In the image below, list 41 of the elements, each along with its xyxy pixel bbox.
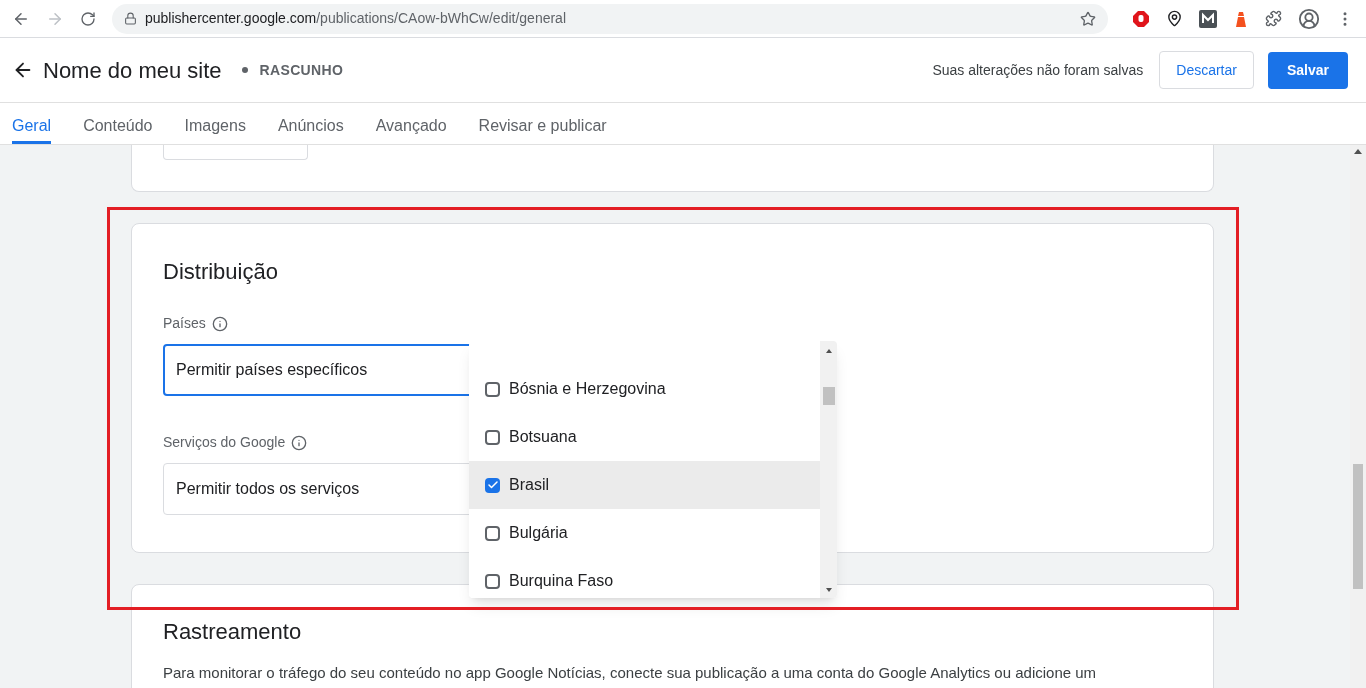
site-title: Nome do meu site — [43, 56, 222, 85]
checkbox[interactable] — [485, 477, 500, 493]
scroll-down-icon[interactable] — [825, 588, 832, 592]
unsaved-note: Suas alterações não foram salvas — [932, 60, 1144, 80]
checkbox[interactable] — [485, 525, 500, 541]
checkbox[interactable] — [485, 429, 500, 445]
list-scrollbar[interactable] — [820, 341, 837, 598]
section-description: Para monitorar o tráfego do seu conteúdo no app Google Notícias, conecte sua publicação a uma conta do Google Analytics ou adicione um — [163, 663, 1098, 683]
field-label: Países — [163, 314, 206, 333]
tab[interactable]: Anúncios — [277, 103, 344, 144]
info-icon[interactable] — [291, 434, 308, 451]
hand-stop-icon[interactable] — [1132, 9, 1150, 28]
url-text: publishercenter.google.com/publications/CAow-bWhCw/edit/general — [145, 9, 568, 28]
section-title: Distribuição — [163, 258, 279, 286]
tab[interactable]: Imagens — [184, 103, 246, 144]
profile-avatar-icon[interactable] — [1298, 7, 1320, 30]
extensions-icon[interactable] — [1265, 10, 1282, 27]
field-label: Serviços do Google — [163, 433, 286, 452]
letter-m-tile-icon[interactable] — [1199, 9, 1217, 28]
scrollbar-thumb[interactable] — [1353, 464, 1363, 589]
lock-icon — [124, 12, 137, 25]
bookmark-star-icon[interactable] — [1080, 10, 1096, 27]
reload-icon[interactable] — [80, 10, 96, 27]
discard-button[interactable]: Descartar — [1159, 51, 1254, 89]
address-bar[interactable]: publishercenter.google.com/publications/CAow-bWhCw/edit/general — [112, 3, 1108, 34]
scrollbar-thumb[interactable] — [822, 387, 835, 405]
tab[interactable]: Conteúdo — [83, 103, 153, 144]
tab[interactable]: Revisar e publicar — [478, 103, 607, 144]
info-icon[interactable] — [211, 315, 228, 332]
tab[interactable]: Geral — [12, 103, 52, 144]
checkbox[interactable] — [485, 573, 500, 589]
tab[interactable]: Avançado — [375, 103, 447, 144]
draft-status: RASCUNHO — [259, 60, 344, 80]
scroll-up-icon[interactable] — [825, 349, 832, 353]
section-title: Rastreamento — [163, 618, 303, 646]
scroll-up-icon[interactable] — [1354, 149, 1362, 154]
save-button[interactable]: Salvar — [1267, 51, 1348, 89]
country-option[interactable]: Brasil — [469, 461, 820, 509]
pin-icon[interactable] — [1166, 10, 1183, 27]
country-option[interactable]: Burquina Faso — [469, 557, 820, 598]
checkbox[interactable] — [485, 381, 500, 397]
